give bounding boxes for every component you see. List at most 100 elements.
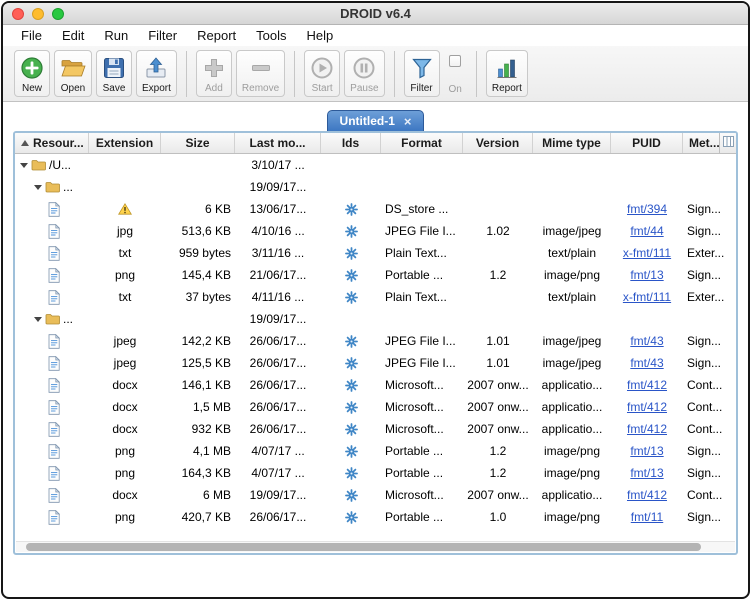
checkbox-icon[interactable]	[449, 55, 461, 67]
format-cell	[381, 308, 463, 330]
file-row[interactable]: png4,1 MB4/07/17 ...Portable ...1.2image…	[15, 440, 736, 462]
menu-filter[interactable]: Filter	[138, 28, 187, 43]
format-cell: Microsoft...	[381, 374, 463, 396]
puid-link[interactable]: fmt/412	[627, 400, 667, 414]
puid-link[interactable]: fmt/13	[630, 466, 663, 480]
version-cell	[463, 198, 533, 220]
folder-row[interactable]: ...19/09/17...	[15, 176, 736, 198]
menu-tools[interactable]: Tools	[246, 28, 296, 43]
file-row[interactable]: png164,3 KB4/07/17 ...Portable ...1.2ima…	[15, 462, 736, 484]
method-cell	[683, 176, 736, 198]
puid-link[interactable]: fmt/43	[630, 356, 663, 370]
file-row[interactable]: docx932 KB26/06/17...Microsoft...2007 on…	[15, 418, 736, 440]
puid-link[interactable]: fmt/412	[627, 378, 667, 392]
extension-cell: jpeg	[89, 352, 161, 374]
scrollbar-thumb[interactable]	[26, 543, 701, 551]
expand-arrow-icon[interactable]	[34, 317, 42, 322]
ids-cell	[321, 286, 381, 308]
column-control-button[interactable]	[719, 133, 736, 153]
file-icon	[48, 378, 60, 393]
resource-cell	[15, 418, 89, 440]
table-body: /U...3/10/17 ......19/09/17...6 KB13/06/…	[15, 154, 736, 541]
puid-link[interactable]: x-fmt/111	[623, 246, 671, 260]
horizontal-scrollbar[interactable]	[16, 541, 735, 552]
column-header-ids[interactable]: Ids	[321, 133, 381, 153]
save-button[interactable]: Save	[96, 50, 132, 97]
version-cell	[463, 308, 533, 330]
puid-link[interactable]: fmt/412	[627, 422, 667, 436]
size-cell	[161, 308, 235, 330]
identification-gear-icon	[345, 445, 358, 458]
menu-file[interactable]: File	[11, 28, 52, 43]
menu-edit[interactable]: Edit	[52, 28, 94, 43]
column-header-version[interactable]: Version	[463, 133, 533, 153]
column-header-extension[interactable]: Extension	[89, 133, 161, 153]
file-row[interactable]: png420,7 KB26/06/17...Portable ...1.0ima…	[15, 506, 736, 528]
folder-row[interactable]: ...19/09/17...	[15, 308, 736, 330]
file-row[interactable]: txt37 bytes4/11/16 ...Plain Text...text/…	[15, 286, 736, 308]
column-control-icon	[723, 134, 734, 152]
size-cell: 6 KB	[161, 198, 235, 220]
file-row[interactable]: 6 KB13/06/17...DS_store ...fmt/394Sign..…	[15, 198, 736, 220]
file-row[interactable]: docx6 MB19/09/17...Microsoft...2007 onw.…	[15, 484, 736, 506]
open-button[interactable]: Open	[54, 50, 92, 97]
file-icon	[48, 510, 60, 525]
column-header-format[interactable]: Format	[381, 133, 463, 153]
new-button[interactable]: New	[14, 50, 50, 97]
expand-arrow-icon[interactable]	[34, 185, 42, 190]
puid-link[interactable]: fmt/11	[631, 510, 663, 524]
folder-row[interactable]: /U...3/10/17 ...	[15, 154, 736, 176]
toolbar-button-label: Add	[205, 83, 223, 94]
file-icon	[48, 488, 60, 503]
menu-report[interactable]: Report	[187, 28, 246, 43]
column-header-puid[interactable]: PUID	[611, 133, 683, 153]
filter-button[interactable]: Filter	[404, 50, 440, 97]
resource-cell	[15, 374, 89, 396]
puid-link[interactable]: fmt/44	[630, 224, 663, 238]
menu-help[interactable]: Help	[297, 28, 344, 43]
puid-link[interactable]: fmt/43	[630, 334, 663, 348]
column-header-mime-type[interactable]: Mime type	[533, 133, 611, 153]
puid-link[interactable]: fmt/13	[630, 444, 663, 458]
zoom-window-button[interactable]	[52, 8, 64, 20]
column-header-resource[interactable]: Resour...	[15, 133, 89, 153]
export-button[interactable]: Export	[136, 50, 177, 97]
mime-type-cell	[533, 154, 611, 176]
version-cell: 2007 onw...	[463, 484, 533, 506]
method-cell: Sign...	[683, 352, 736, 374]
resource-cell	[15, 286, 89, 308]
method-cell: Cont...	[683, 418, 736, 440]
file-row[interactable]: docx1,5 MB26/06/17...Microsoft...2007 on…	[15, 396, 736, 418]
method-cell: Sign...	[683, 330, 736, 352]
puid-link[interactable]: x-fmt/111	[623, 290, 671, 304]
ids-cell	[321, 506, 381, 528]
menu-run[interactable]: Run	[94, 28, 138, 43]
titlebar[interactable]: DROID v6.4	[3, 3, 748, 25]
puid-link[interactable]: fmt/13	[630, 268, 663, 282]
tab-close-icon[interactable]: ×	[404, 115, 412, 128]
add-button: Add	[196, 50, 232, 97]
column-header-last-modified[interactable]: Last mo...	[235, 133, 321, 153]
column-header-label: Size	[185, 136, 209, 150]
last-modified-cell: 4/11/16 ...	[235, 286, 321, 308]
report-button[interactable]: Report	[486, 50, 528, 97]
tab-untitled-1[interactable]: Untitled-1 ×	[327, 110, 425, 131]
column-header-size[interactable]: Size	[161, 133, 235, 153]
file-row[interactable]: jpeg142,2 KB26/06/17...JPEG File I...1.0…	[15, 330, 736, 352]
file-row[interactable]: png145,4 KB21/06/17...Portable ...1.2ima…	[15, 264, 736, 286]
file-row[interactable]: jpg513,6 KB4/10/16 ...JPEG File I...1.02…	[15, 220, 736, 242]
file-row[interactable]: jpeg125,5 KB26/06/17...JPEG File I...1.0…	[15, 352, 736, 374]
expand-arrow-icon[interactable]	[20, 163, 28, 168]
save-floppy-icon	[102, 54, 126, 81]
mime-type-cell: image/png	[533, 264, 611, 286]
column-header-label: Resour...	[33, 136, 84, 150]
puid-link[interactable]: fmt/394	[627, 202, 667, 216]
format-cell: Portable ...	[381, 462, 463, 484]
minimize-window-button[interactable]	[32, 8, 44, 20]
file-row[interactable]: txt959 bytes3/11/16 ...Plain Text...text…	[15, 242, 736, 264]
puid-link[interactable]: fmt/412	[627, 488, 667, 502]
file-row[interactable]: docx146,1 KB26/06/17...Microsoft...2007 …	[15, 374, 736, 396]
filter-on-toggle[interactable]: On	[447, 50, 464, 97]
open-folder-icon	[60, 54, 86, 81]
close-window-button[interactable]	[12, 8, 24, 20]
